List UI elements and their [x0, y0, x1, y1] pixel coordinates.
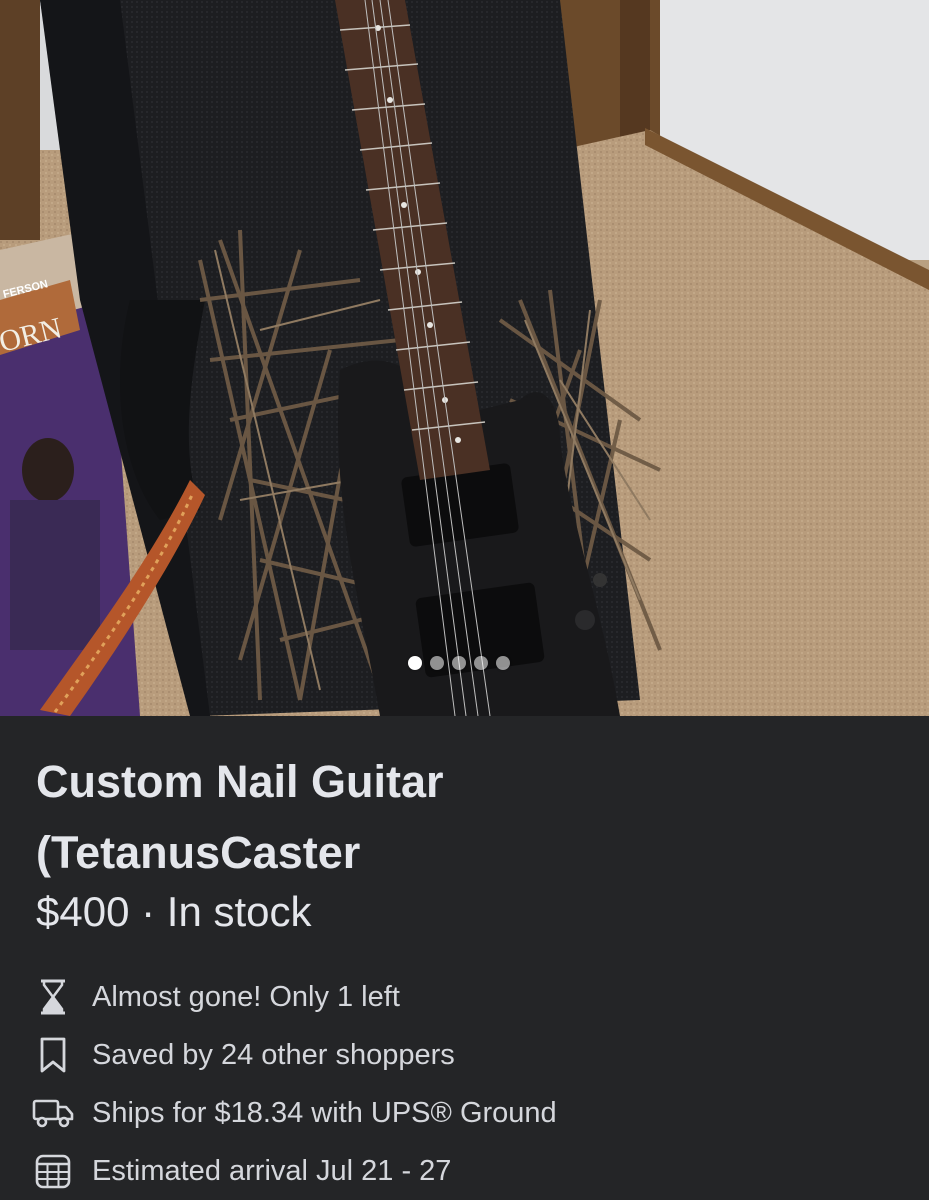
saved-count-row: Saved by 24 other shoppers: [32, 1026, 912, 1084]
calendar-icon: [32, 1150, 74, 1192]
bookmark-icon: [32, 1034, 74, 1076]
carousel-indicator[interactable]: [408, 656, 510, 670]
arrival-row: Estimated arrival Jul 21 - 27: [32, 1142, 912, 1200]
listing-title: Custom Nail Guitar (TetanusCaster: [36, 746, 896, 888]
stock-warning-text: Almost gone! Only 1 left: [92, 980, 400, 1013]
stock-warning-row: Almost gone! Only 1 left: [32, 968, 912, 1026]
delivery-truck-icon: [32, 1092, 74, 1134]
carousel-dot[interactable]: [474, 656, 488, 670]
shipping-row: Ships for $18.34 with UPS® Ground: [32, 1084, 912, 1142]
listing-info-panel: Custom Nail Guitar (TetanusCaster $400 ·…: [0, 716, 929, 1200]
listing-photo[interactable]: FERSON ORN: [0, 0, 929, 716]
arrival-text: Estimated arrival Jul 21 - 27: [92, 1154, 452, 1187]
carousel-dot[interactable]: [430, 656, 444, 670]
listing-details: Almost gone! Only 1 left Saved by 24 oth…: [32, 968, 912, 1200]
price-row: $400 · In stock: [36, 886, 312, 938]
listing-title-line-2: (TetanusCaster: [36, 827, 361, 878]
listing-page: FERSON ORN Custom Nail Guitar (TetanusCa…: [0, 0, 929, 1200]
stock-status: In stock: [166, 888, 312, 935]
shipping-text: Ships for $18.34 with UPS® Ground: [92, 1096, 557, 1129]
listing-title-line-1: Custom Nail Guitar: [36, 756, 444, 807]
saved-count-text: Saved by 24 other shoppers: [92, 1038, 455, 1071]
price-separator: ·: [141, 888, 156, 935]
carousel-dot[interactable]: [496, 656, 510, 670]
price: $400: [36, 888, 130, 935]
guitar-photo-illustration: FERSON ORN: [0, 0, 929, 716]
hourglass-icon: [32, 976, 74, 1018]
carousel-dot[interactable]: [408, 656, 422, 670]
carousel-dot[interactable]: [452, 656, 466, 670]
